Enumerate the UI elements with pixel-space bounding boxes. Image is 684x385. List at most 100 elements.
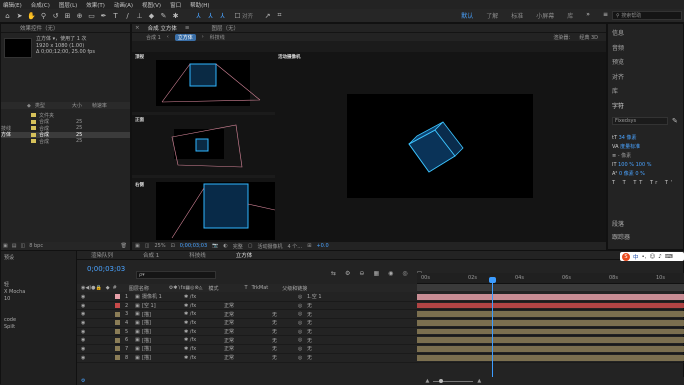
layer-row[interactable]: ◉ 3 ▣ [描] ✱ ∕fx 正常 无 ◎ 无 xyxy=(77,310,417,320)
layer-label-swatch[interactable] xyxy=(115,311,120,317)
layer-parent[interactable]: 无 xyxy=(307,354,312,361)
new-comp-icon[interactable]: ◫ xyxy=(20,243,25,249)
viewport-active-camera[interactable]: 活动摄像机 xyxy=(275,52,606,242)
layer-duration-bar[interactable] xyxy=(417,294,684,300)
layer-name[interactable]: [描] xyxy=(142,345,184,352)
layer-duration-bar[interactable] xyxy=(417,328,684,335)
grid-icon[interactable]: ⊞ xyxy=(307,243,311,249)
visibility-icon[interactable]: ◉ xyxy=(81,355,97,361)
menu-window[interactable]: 窗口 xyxy=(170,1,181,9)
layer-parent[interactable]: 无 xyxy=(307,319,312,326)
world-axis-icon[interactable]: ⅄ xyxy=(206,11,215,20)
paragraph-panel-tab[interactable]: 段落 xyxy=(612,218,630,231)
parent-pickwhip-icon[interactable]: ◎ xyxy=(298,294,307,300)
layer-name[interactable]: [描] xyxy=(142,311,184,318)
info-panel-tab[interactable]: 信息 xyxy=(612,27,683,42)
bpc-label[interactable]: 8 bpc xyxy=(29,243,43,249)
layer-name[interactable]: [描] xyxy=(142,328,184,335)
layer-switches-icon[interactable]: ✱ ∕fx xyxy=(184,303,224,309)
font-size-value[interactable]: 34 像素 xyxy=(619,135,637,141)
quality-dropdown[interactable]: 完整 xyxy=(233,243,243,250)
breadcrumb-item[interactable]: 立方体 xyxy=(174,33,196,41)
visibility-icon[interactable]: ◉ xyxy=(81,337,97,343)
home-icon[interactable]: ⌂ xyxy=(3,11,12,20)
audio-panel-tab[interactable]: 音频 xyxy=(612,42,683,57)
faux-italic-button[interactable]: T xyxy=(623,180,629,186)
fit-icon[interactable]: ⊡ xyxy=(171,243,175,249)
menu-help[interactable]: 帮助(H) xyxy=(190,1,209,9)
region-icon[interactable]: ▢ xyxy=(248,243,253,249)
font-dropdown[interactable]: Fixedsys xyxy=(612,117,668,125)
preset-item[interactable]: X Mocha xyxy=(4,289,73,296)
layer-switches-icon[interactable]: ✱ ∕fx xyxy=(184,294,224,300)
toggle-switches-icon[interactable]: ⚙ xyxy=(81,378,85,384)
axis-icon[interactable]: ⅄ xyxy=(194,11,203,20)
layer-switches-icon[interactable]: ✱ ∕fx xyxy=(184,329,224,335)
view-layout-dropdown[interactable]: 4 个… xyxy=(288,243,303,250)
layer-parent[interactable]: 无 xyxy=(307,328,312,335)
clone-tool-icon[interactable]: ⊥ xyxy=(135,11,144,20)
parent-pickwhip-icon[interactable]: ◎ xyxy=(298,329,307,335)
stroke-value[interactable]: - 像素 xyxy=(618,153,631,159)
layer-mode[interactable]: 正常 xyxy=(224,302,264,309)
layer-row[interactable]: ◉ 7 ▣ [描] ✱ ∕fx 正常 无 ◎ 无 xyxy=(77,345,417,354)
col-t[interactable]: T xyxy=(245,285,248,291)
snapshot-icon[interactable]: 📷 xyxy=(212,243,218,249)
layer-mode[interactable]: 正常 xyxy=(224,311,264,318)
time-ruler[interactable]: 00s 02s 04s 06s 08s 10s xyxy=(417,273,684,284)
layer-label-swatch[interactable] xyxy=(115,303,120,309)
preset-item[interactable]: 10 xyxy=(4,296,73,303)
col-rate[interactable]: 帧速率 xyxy=(92,102,107,109)
tab-menu-icon[interactable]: ≡ xyxy=(185,25,190,31)
parent-pickwhip-icon[interactable]: ◎ xyxy=(298,355,307,361)
timeline-search[interactable]: ρ▾ xyxy=(136,271,216,279)
zoom-out-icon[interactable]: ▲ xyxy=(425,378,429,384)
layer-parent[interactable]: 无 xyxy=(307,311,312,318)
timecode-display[interactable]: 0;00;03;03 xyxy=(180,243,207,249)
ime-emoji-icon[interactable]: ☺ xyxy=(650,254,656,260)
layer-parent[interactable]: 无 xyxy=(307,302,312,309)
character-panel-tab[interactable]: 字符 xyxy=(612,100,683,115)
color-icon[interactable]: ◐ xyxy=(223,243,227,249)
menu-effect[interactable]: 效果(T) xyxy=(86,1,105,9)
layer-trkmat[interactable]: 无 xyxy=(272,345,298,352)
workspace-standard[interactable]: 标准 xyxy=(511,11,523,20)
brush-tool-icon[interactable]: / xyxy=(123,11,132,20)
layer-name[interactable]: [描] xyxy=(142,354,184,361)
pan-behind-icon[interactable]: ⊕ xyxy=(75,11,84,20)
layer-name[interactable]: 摄像机 1 xyxy=(142,293,184,300)
parent-pickwhip-icon[interactable]: ◎ xyxy=(298,346,307,352)
layer-label-swatch[interactable] xyxy=(115,294,120,300)
preview-panel-tab[interactable]: 预览 xyxy=(612,56,683,71)
layer-label-swatch[interactable] xyxy=(115,346,120,352)
menu-layer[interactable]: 图层(L) xyxy=(59,1,77,9)
layer-label-swatch[interactable] xyxy=(115,337,120,343)
layer-parent[interactable]: 无 xyxy=(307,337,312,344)
parent-pickwhip-icon[interactable]: ◎ xyxy=(298,311,307,317)
pen-tool-icon[interactable]: ✒ xyxy=(99,11,108,20)
layer-duration-bar[interactable] xyxy=(417,311,684,318)
camera-tool-icon[interactable]: ⊞ xyxy=(63,11,72,20)
zoom-tool-icon[interactable]: ⚲ xyxy=(39,11,48,20)
col-trkmat[interactable]: TrkMat xyxy=(252,285,269,291)
layer-label-swatch[interactable] xyxy=(115,355,120,361)
roto-tool-icon[interactable]: ✎ xyxy=(159,11,168,20)
library-panel-tab[interactable]: 库 xyxy=(612,85,683,100)
playhead[interactable] xyxy=(492,277,493,385)
shy-icon[interactable]: ⊖ xyxy=(359,270,364,277)
new-folder-icon[interactable]: ▤ xyxy=(12,243,17,249)
layer-label-swatch[interactable] xyxy=(115,329,120,335)
visibility-icon[interactable]: ◉ xyxy=(81,303,97,309)
preset-item[interactable]: 轻 xyxy=(4,282,73,289)
visibility-icon[interactable]: ◉ xyxy=(81,311,97,317)
layer-switches-icon[interactable]: ✱ ∕fx xyxy=(184,337,224,343)
layer-mode[interactable]: 正常 xyxy=(224,319,264,326)
visibility-icon[interactable]: ◉ xyxy=(81,294,97,300)
layer-mode[interactable]: 正常 xyxy=(224,354,264,361)
superscript-button[interactable]: T' xyxy=(665,180,675,186)
close-tab-icon[interactable]: × xyxy=(135,25,140,31)
layer-mode[interactable]: 正常 xyxy=(224,328,264,335)
tab-tech-lines[interactable]: 科技线 xyxy=(189,251,206,259)
draft-3d-icon[interactable]: ⚙ xyxy=(345,270,350,277)
ime-keyboard-icon[interactable]: ⌨ xyxy=(665,254,673,260)
